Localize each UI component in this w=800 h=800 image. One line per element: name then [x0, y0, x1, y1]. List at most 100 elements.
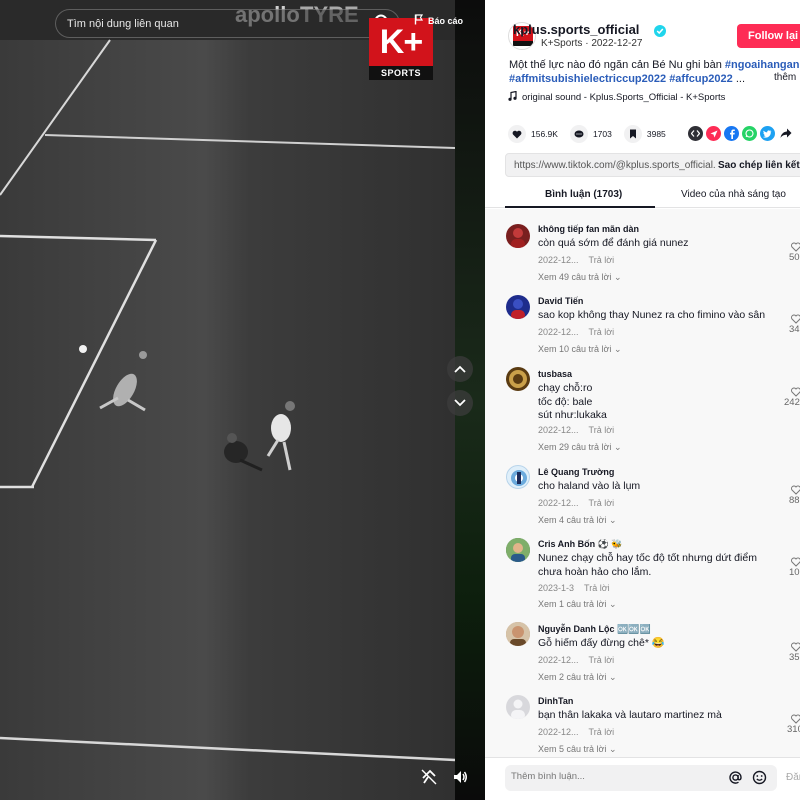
commenter-badges: ⚽ 🐝 [597, 539, 623, 549]
mention-icon[interactable] [728, 770, 743, 790]
view-replies-label: Xem 2 câu trả lời [538, 672, 607, 682]
comment-input[interactable] [511, 771, 711, 782]
chevron-down-icon: ⌄ [606, 672, 617, 682]
view-replies-label: Xem 4 câu trả lời [538, 515, 607, 525]
commenter-name[interactable]: Lê Quang Trường [538, 467, 614, 477]
emoji-icon[interactable] [752, 770, 767, 790]
commenter-avatar[interactable] [506, 224, 530, 248]
view-replies-button[interactable]: Xem 4 câu trả lời ⌄ [538, 515, 616, 526]
comment-like-count: 242 [784, 397, 800, 408]
view-replies-button[interactable]: Xem 1 câu trả lời ⌄ [538, 599, 616, 610]
app-root: apollo TYRE [0, 0, 800, 800]
reply-button[interactable]: Trả lời [589, 255, 615, 265]
like-button[interactable]: 156.9K [508, 125, 558, 143]
floating-player-button[interactable] [416, 766, 442, 792]
comment-meta: 2022-12... Trả lời [538, 727, 614, 737]
comment-text: cho haland vào là lụm [538, 480, 641, 492]
view-replies-button[interactable]: Xem 49 câu trả lời ⌄ [538, 272, 621, 283]
commenter-avatar[interactable] [506, 295, 530, 319]
comment-meta: 2022-12... Trả lời [538, 425, 614, 435]
view-replies-label: Xem 49 câu trả lời [538, 272, 612, 282]
commenter-avatar[interactable] [506, 695, 530, 719]
save-button[interactable]: 3985 [623, 125, 666, 143]
commenter-avatar[interactable] [506, 538, 530, 562]
tab-comments[interactable]: Bình luận (1703) [545, 189, 622, 200]
view-replies-label: Xem 5 câu trả lời [538, 744, 607, 754]
next-video-button[interactable] [447, 390, 473, 416]
author-username[interactable]: kplus.sports_official [513, 22, 639, 37]
view-replies-label: Xem 10 câu trả lời [538, 344, 612, 354]
search-input[interactable] [67, 17, 367, 30]
chevron-down-icon: ⌄ [606, 515, 617, 525]
comment-like-count: 35 [789, 652, 800, 663]
volume-button[interactable] [447, 766, 473, 792]
commenter-name[interactable]: Cris Anh Bốn ⚽ 🐝 [538, 539, 623, 550]
hashtag-link[interactable]: #affmitsubishielectriccup2022 [509, 73, 666, 85]
heart-outline-icon[interactable] [791, 482, 800, 495]
speaker-icon [452, 769, 468, 790]
twitter-icon[interactable] [760, 126, 775, 141]
commenter-name[interactable]: Nguyễn Danh Lộc 🆗🆗🆗 [538, 624, 651, 635]
heart-outline-icon[interactable] [791, 711, 800, 724]
comment-meta: 2022-12... Trả lời [538, 655, 614, 665]
video-player[interactable]: apollo TYRE [0, 0, 485, 800]
report-button[interactable]: Báo cáo [414, 14, 463, 27]
reply-button[interactable]: Trả lời [589, 425, 615, 435]
reply-button[interactable]: Trả lời [584, 583, 610, 593]
video-link-url[interactable]: https://www.tiktok.com/@kplus.sports_off… [506, 160, 716, 171]
comment-input-box[interactable] [505, 765, 777, 791]
comment-text: sao kop không thay Nunez ra cho fimino v… [538, 309, 766, 321]
hashtag-link[interactable]: #affcup2022 [669, 73, 733, 85]
view-replies-button[interactable]: Xem 5 câu trả lời ⌄ [538, 744, 616, 755]
see-more-link[interactable]: thêm [774, 72, 796, 83]
comment-meta: 2022-12... Trả lời [538, 327, 614, 337]
engagement-stats: 156.9K 1703 3985 [508, 125, 678, 143]
view-replies-button[interactable]: Xem 10 câu trả lời ⌄ [538, 344, 621, 355]
view-replies-button[interactable]: Xem 29 câu trả lời ⌄ [538, 442, 621, 453]
heart-outline-icon[interactable] [791, 311, 800, 324]
comment-count: 1703 [592, 129, 612, 139]
previous-video-button[interactable] [447, 356, 473, 382]
heart-outline-icon[interactable] [791, 384, 800, 397]
reply-button[interactable]: Trả lời [589, 498, 615, 508]
commenter-avatar[interactable] [506, 622, 530, 646]
logo-sub: SPORTS [369, 66, 433, 80]
embed-icon[interactable] [688, 126, 703, 141]
hashtag-link[interactable]: #ngoaihanganh [725, 59, 800, 71]
chevron-down-icon: ⌄ [611, 344, 622, 354]
post-comment-button[interactable]: Đăng [786, 772, 800, 783]
sound-title: original sound - Kplus.Sports_Official -… [522, 92, 726, 103]
tab-creator-videos[interactable]: Video của nhà sáng tạo [681, 189, 786, 200]
comment-list[interactable]: không tiếp fan mãn dàn còn quá sớm để đá… [485, 209, 800, 757]
copy-link-button[interactable]: Sao chép liên kết [718, 160, 800, 171]
reply-button[interactable]: Trả lời [589, 327, 615, 337]
video-link-box: https://www.tiktok.com/@kplus.sports_off… [505, 153, 800, 177]
commenter-name[interactable]: DinhTan [538, 696, 573, 706]
commenter-name[interactable]: không tiếp fan mãn dàn [538, 224, 639, 234]
whatsapp-icon[interactable] [742, 126, 757, 141]
commenter-name[interactable]: David Tiến [538, 296, 583, 306]
video-frame[interactable]: apollo TYRE [0, 0, 455, 800]
search-bar[interactable] [55, 9, 400, 38]
comment-date: 2023-1-3 [538, 583, 575, 593]
facebook-icon[interactable] [724, 126, 739, 141]
heart-outline-icon[interactable] [791, 554, 800, 567]
send-icon[interactable] [706, 126, 721, 141]
commenter-avatar[interactable] [506, 465, 530, 489]
comment-button[interactable]: 1703 [569, 125, 612, 143]
kplus-sports-logo: K+ SPORTS [369, 18, 433, 80]
music-note-icon [508, 90, 517, 104]
sound-link[interactable]: original sound - Kplus.Sports_Official -… [508, 90, 726, 104]
panel-tabs: Bình luận (1703) Video của nhà sáng tạo [485, 183, 800, 208]
floating-player-icon [421, 769, 437, 790]
heart-outline-icon[interactable] [791, 639, 800, 652]
share-icon[interactable] [778, 126, 793, 141]
comment-like-count: 10 [789, 567, 800, 578]
commenter-avatar[interactable] [506, 367, 530, 391]
follow-back-button[interactable]: Follow lại [737, 24, 800, 48]
commenter-name[interactable]: tusbasa [538, 369, 572, 379]
reply-button[interactable]: Trả lời [589, 727, 615, 737]
view-replies-button[interactable]: Xem 2 câu trả lời ⌄ [538, 672, 616, 683]
reply-button[interactable]: Trả lời [589, 655, 615, 665]
heart-outline-icon[interactable] [791, 239, 800, 252]
